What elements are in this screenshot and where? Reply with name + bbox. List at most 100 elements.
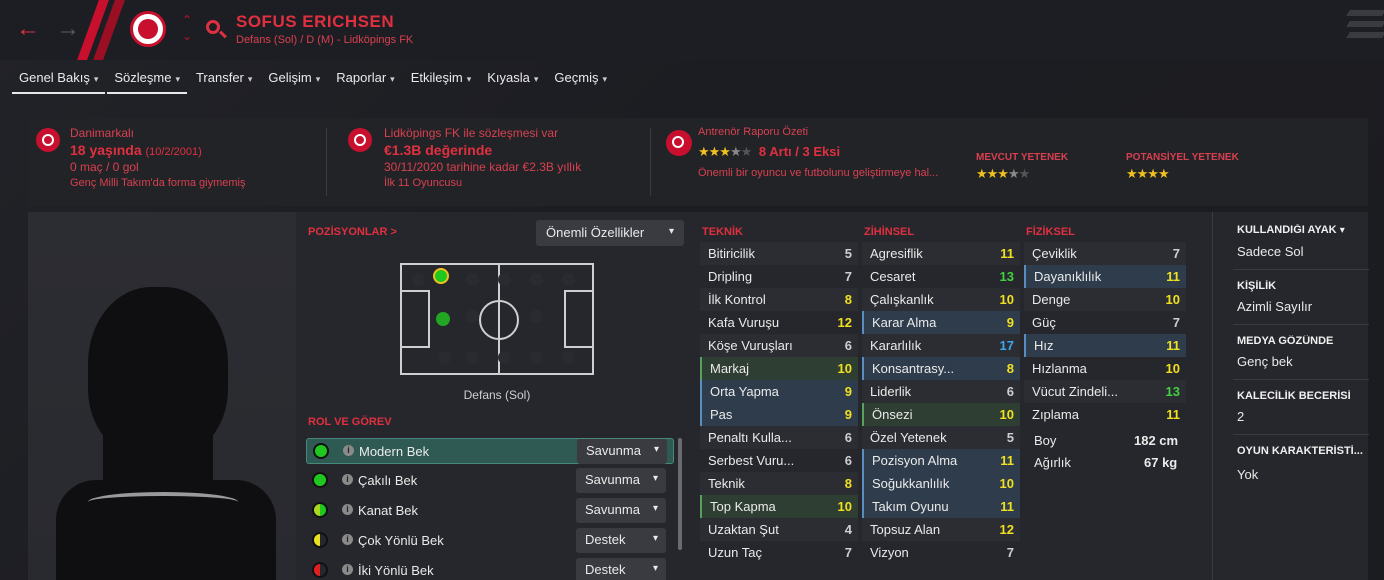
attribute-row[interactable]: Çeviklik 7 <box>1024 242 1186 265</box>
attribute-row[interactable]: Orta Yapma 9 <box>700 380 858 403</box>
duty-dropdown[interactable]: Destek ▾ <box>576 558 666 580</box>
report-stars: ★★★★★ <box>698 144 752 159</box>
attribute-row[interactable]: Güç 7 <box>1024 311 1186 334</box>
duty-dropdown[interactable]: Savunma ▾ <box>576 468 666 493</box>
info-icon[interactable]: i <box>342 474 353 485</box>
duty-dropdown[interactable]: Savunma ▾ <box>577 439 667 464</box>
tab-label: Genel Bakış <box>19 70 90 85</box>
attribute-name: Köşe Vuruşları <box>708 338 793 353</box>
star-badge-icon <box>666 130 692 156</box>
attribute-row[interactable]: Kafa Vuruşu 12 <box>700 311 858 334</box>
attribute-name: Vücut Zindeli... <box>1032 384 1118 399</box>
attribute-row[interactable]: Kararlılık 17 <box>862 334 1020 357</box>
attribute-row[interactable]: Karar Alma 9 <box>862 311 1020 334</box>
attribute-row[interactable]: Dripling 7 <box>700 265 858 288</box>
attribute-row[interactable]: Pas 9 <box>700 403 858 426</box>
tab-compare[interactable]: Kıyasla ▾ <box>480 66 545 94</box>
tab-label: Gelişim <box>268 70 312 85</box>
nationality[interactable]: Danimarkalı <box>70 126 246 140</box>
role-row[interactable]: i Çok Yönlü Bek Destek ▾ <box>306 528 674 554</box>
chevron-down-icon: ▾ <box>652 533 658 544</box>
attribute-row[interactable]: Serbest Vuru... 6 <box>700 449 858 472</box>
role-suitability-icon <box>312 472 328 488</box>
duty-dropdown[interactable]: Savunma ▾ <box>576 498 666 523</box>
attribute-value: 5 <box>844 246 852 261</box>
info-icon[interactable]: i <box>342 564 353 575</box>
duty-dropdown[interactable]: Destek ▾ <box>576 528 666 553</box>
tab-contract[interactable]: Sözleşme ▾ <box>107 66 187 94</box>
nationality-flag-icon[interactable] <box>36 128 60 152</box>
club-badge-icon[interactable] <box>130 11 166 47</box>
attribute-value: 10 <box>999 476 1014 491</box>
duty-value: Destek <box>585 562 626 577</box>
next-player-icon[interactable]: ⌄ <box>182 30 192 42</box>
tab-development[interactable]: Gelişim ▾ <box>261 66 327 94</box>
info-icon[interactable]: i <box>342 504 353 515</box>
tab-history[interactable]: Geçmiş ▾ <box>547 66 614 94</box>
chevron-down-icon: ▾ <box>653 444 659 455</box>
tab-reports[interactable]: Raporlar ▾ <box>329 66 401 94</box>
preferred-foot-title[interactable]: KULLANDIĞI AYAK ▾ <box>1237 224 1365 236</box>
attribute-value: 9 <box>844 384 852 399</box>
attribute-row[interactable]: Bitiricilik 5 <box>700 242 858 265</box>
role-row[interactable]: i İki Yönlü Bek Destek ▾ <box>306 558 674 580</box>
attribute-row[interactable]: Uzaktan Şut 4 <box>700 518 858 541</box>
attribute-row[interactable]: Özel Yetenek 5 <box>862 426 1020 449</box>
tab-overview[interactable]: Genel Bakış ▾ <box>12 66 106 94</box>
player-picture <box>28 212 296 580</box>
attribute-row[interactable]: Vizyon 7 <box>862 541 1020 564</box>
attribute-row[interactable]: Dayanıklılık 11 <box>1024 265 1186 288</box>
club-icon[interactable] <box>348 128 372 152</box>
attribute-row[interactable]: Köşe Vuruşları 6 <box>700 334 858 357</box>
attribute-row[interactable]: Pozisyon Alma 11 <box>862 449 1020 472</box>
attribute-value: 10 <box>837 361 852 376</box>
attribute-row[interactable]: Liderlik 6 <box>862 380 1020 403</box>
role-row[interactable]: i Çakılı Bek Savunma ▾ <box>306 468 674 494</box>
attribute-row[interactable]: İlk Kontrol 8 <box>700 288 858 311</box>
attributes-view-dropdown[interactable]: Önemli Özellikler ▾ <box>536 220 684 246</box>
attribute-value: 13 <box>1165 384 1180 399</box>
back-arrow-icon[interactable]: ← <box>16 17 40 41</box>
info-icon[interactable]: i <box>343 445 354 456</box>
role-row[interactable]: i Modern Bek Savunma ▾ <box>306 438 674 464</box>
age: 18 yaşında <box>70 142 142 158</box>
attribute-row[interactable]: Cesaret 13 <box>862 265 1020 288</box>
attribute-row[interactable]: Konsantrasy... 8 <box>862 357 1020 380</box>
attribute-row[interactable]: Uzun Taç 7 <box>700 541 858 564</box>
attribute-row[interactable]: Denge 10 <box>1024 288 1186 311</box>
info-icon[interactable]: i <box>342 534 353 545</box>
positions-title[interactable]: POZİSYONLAR > <box>308 226 397 238</box>
player-position-club[interactable]: Defans (Sol) / D (M) - Lidköpings FK <box>236 34 413 46</box>
weight-row: Ağırlık 67 kg <box>1034 455 1184 470</box>
attribute-row[interactable]: Hız 11 <box>1024 334 1186 357</box>
search-icon[interactable] <box>206 20 220 34</box>
duty-value: Destek <box>585 532 626 547</box>
attribute-row[interactable]: Çalışkanlık 10 <box>862 288 1020 311</box>
attribute-row[interactable]: Önsezi 10 <box>862 403 1020 426</box>
attribute-row[interactable]: Takım Oyunu 11 <box>862 495 1020 518</box>
attribute-row[interactable]: Top Kapma 10 <box>700 495 858 518</box>
position-natural-dl[interactable] <box>433 268 449 284</box>
forward-arrow-icon[interactable]: → <box>56 17 80 41</box>
contract-title[interactable]: Lidköpings FK ile sözleşmesi var <box>384 126 581 140</box>
attribute-row[interactable]: Soğukkanlılık 10 <box>862 472 1020 495</box>
roles-scrollbar[interactable] <box>678 438 682 550</box>
tab-interaction[interactable]: Etkileşim ▾ <box>404 66 479 94</box>
attribute-row[interactable]: Penaltı Kulla... 6 <box>700 426 858 449</box>
report-title[interactable]: Antrenör Raporu Özeti <box>698 126 968 138</box>
role-row[interactable]: i Kanat Bek Savunma ▾ <box>306 498 674 524</box>
tab-transfer[interactable]: Transfer ▾ <box>189 66 259 94</box>
duty-value: Savunma <box>585 502 640 517</box>
attribute-row[interactable]: Vücut Zindeli... 13 <box>1024 380 1186 403</box>
attribute-row[interactable]: Hızlanma 10 <box>1024 357 1186 380</box>
attribute-row[interactable]: Markaj 10 <box>700 357 858 380</box>
position-accomplished-dm[interactable] <box>436 312 450 326</box>
attribute-row[interactable]: Agresiflik 11 <box>862 242 1020 265</box>
attribute-row[interactable]: Topsuz Alan 12 <box>862 518 1020 541</box>
player-traits-title[interactable]: OYUN KARAKTERİSTİ... <box>1237 445 1365 457</box>
divider <box>1233 269 1369 270</box>
attribute-row[interactable]: Teknik 8 <box>700 472 858 495</box>
previous-player-icon[interactable]: ⌃ <box>182 14 192 26</box>
attribute-row[interactable]: Zıplama 11 <box>1024 403 1186 426</box>
position-pitch <box>400 263 594 375</box>
